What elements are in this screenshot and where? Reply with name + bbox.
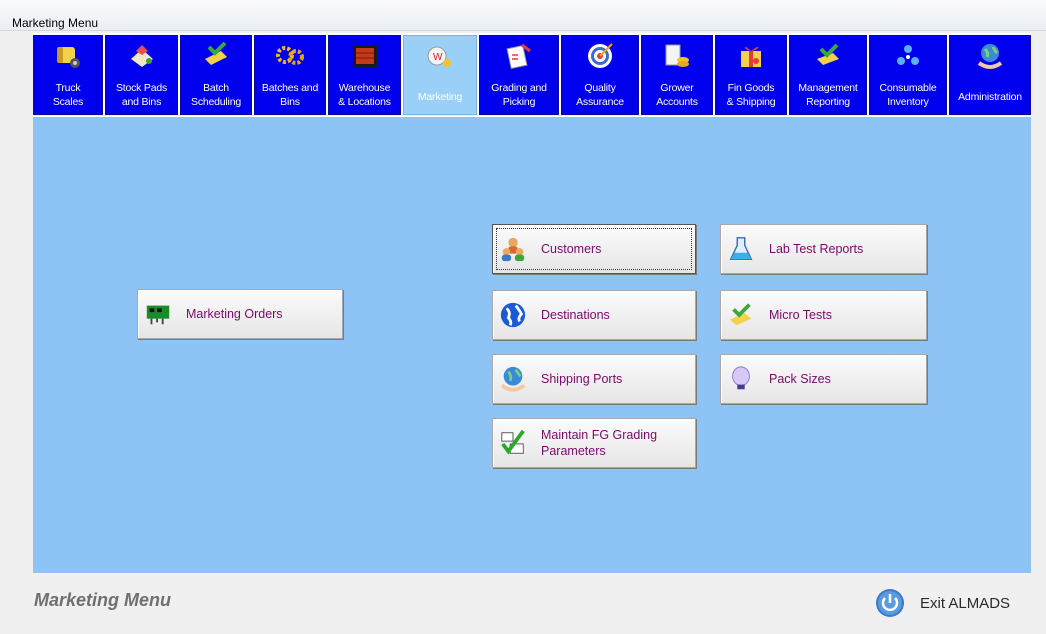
- globe-hand-icon: [977, 44, 1003, 69]
- nav-tab-label: Grading and Picking: [491, 82, 547, 108]
- circuit-board-icon: [146, 305, 170, 325]
- maintain-fg-grading-button[interactable]: Maintain FG Grading Parameters: [492, 418, 696, 468]
- nav-tab-label: Quality Assurance: [576, 82, 624, 108]
- nav-tab-label: Batches and Bins: [261, 82, 319, 108]
- button-label: Micro Tests: [769, 308, 832, 322]
- nav-tab-label: Batch Scheduling: [191, 82, 241, 108]
- lightbulb-icon: [732, 366, 750, 390]
- nav-tab-marketing[interactable]: W Marketing: [403, 35, 477, 115]
- shipping-ports-button[interactable]: Shipping Ports: [492, 354, 696, 404]
- nav-tab-label: Grower Accounts: [656, 82, 698, 108]
- customers-button[interactable]: Customers: [492, 224, 696, 274]
- nav-tab-label: Marketing: [417, 91, 463, 103]
- nav-tab-warehouse[interactable]: Warehouse & Locations: [328, 35, 401, 115]
- nav-tab-label: Stock Pads and Bins: [115, 82, 168, 108]
- globe-icon: [500, 302, 526, 328]
- button-label: Marketing Orders: [186, 307, 283, 321]
- exit-button[interactable]: Exit ALMADS: [875, 586, 1035, 620]
- truck-icon: [57, 47, 80, 68]
- app-window: Marketing Menu Truck Scales Stock Pads a…: [0, 0, 1046, 634]
- content-area: Marketing Orders Customers Destinations: [33, 116, 1031, 573]
- nav-tab-label: Management Reporting: [798, 82, 858, 108]
- flask-icon: [729, 237, 753, 260]
- nav-tab-consumable-inventory[interactable]: Consumable Inventory: [869, 35, 947, 115]
- power-icon: [876, 589, 904, 617]
- nav-tab-label: Fin Goods & Shipping: [726, 82, 776, 108]
- button-label: Shipping Ports: [541, 372, 623, 386]
- people-group-icon: [501, 237, 525, 262]
- destinations-button[interactable]: Destinations: [492, 290, 696, 340]
- nav-tab-batches-bins[interactable]: Batches and Bins: [254, 35, 326, 115]
- nav-tab-quality-assurance[interactable]: Quality Assurance: [561, 35, 639, 115]
- nav-tab-administration[interactable]: Administration: [949, 35, 1031, 115]
- nav-tab-management-reporting[interactable]: Management Reporting: [789, 35, 867, 115]
- exit-label: Exit ALMADS: [920, 595, 1011, 612]
- menu-title: Marketing Menu: [34, 590, 172, 610]
- globe-hand-icon: [500, 366, 526, 392]
- batch-scheduling-icon: [205, 41, 227, 65]
- grading-icon: [506, 43, 531, 70]
- molecule-icon: [897, 45, 919, 65]
- stock-pads-icon: [130, 45, 153, 67]
- button-label: Lab Test Reports: [769, 242, 864, 256]
- marketing-orders-button[interactable]: Marketing Orders: [137, 289, 343, 339]
- target-icon: [588, 43, 613, 68]
- nav-tab-label: Consumable Inventory: [879, 82, 937, 108]
- nav-tab-label: Truck Scales: [52, 82, 84, 108]
- micro-tests-icon: [729, 303, 752, 326]
- nav-tab-fin-goods-shipping[interactable]: Fin Goods & Shipping: [715, 35, 787, 115]
- button-label: Pack Sizes: [769, 372, 831, 386]
- module-nav-bar: Truck Scales Stock Pads and Bins Batch S…: [33, 33, 1031, 115]
- gears-icon: [276, 46, 304, 65]
- title-bar: Marketing Menu: [0, 0, 1046, 31]
- status-bar: Marketing Menu Exit ALMADS: [0, 574, 1046, 634]
- micro-tests-button[interactable]: Micro Tests: [720, 290, 927, 340]
- window-title: Marketing Menu: [12, 16, 99, 30]
- pack-sizes-button[interactable]: Pack Sizes: [720, 354, 927, 404]
- svg-text:W: W: [433, 52, 443, 63]
- button-label: Maintain FG Grading Parameters: [541, 428, 658, 458]
- nav-tab-grower-accounts[interactable]: Grower Accounts: [641, 35, 713, 115]
- lab-test-reports-button[interactable]: Lab Test Reports: [720, 224, 927, 274]
- grower-accounts-icon: [665, 44, 689, 67]
- nav-tab-batch-scheduling[interactable]: Batch Scheduling: [180, 35, 252, 115]
- marketing-icon: W: [427, 46, 451, 67]
- checklist-icon: [501, 429, 525, 455]
- warehouse-icon: [352, 45, 377, 67]
- nav-tab-label: Administration: [958, 91, 1022, 103]
- button-label: Destinations: [541, 308, 610, 322]
- nav-tab-grading-picking[interactable]: Grading and Picking: [479, 35, 559, 115]
- gift-box-icon: [741, 46, 761, 67]
- button-label: Customers: [541, 242, 602, 256]
- nav-tab-truck-scales[interactable]: Truck Scales: [33, 35, 103, 115]
- nav-tab-stock-pads[interactable]: Stock Pads and Bins: [105, 35, 178, 115]
- nav-tab-label: Warehouse & Locations: [338, 82, 391, 108]
- reporting-icon: [817, 43, 839, 65]
